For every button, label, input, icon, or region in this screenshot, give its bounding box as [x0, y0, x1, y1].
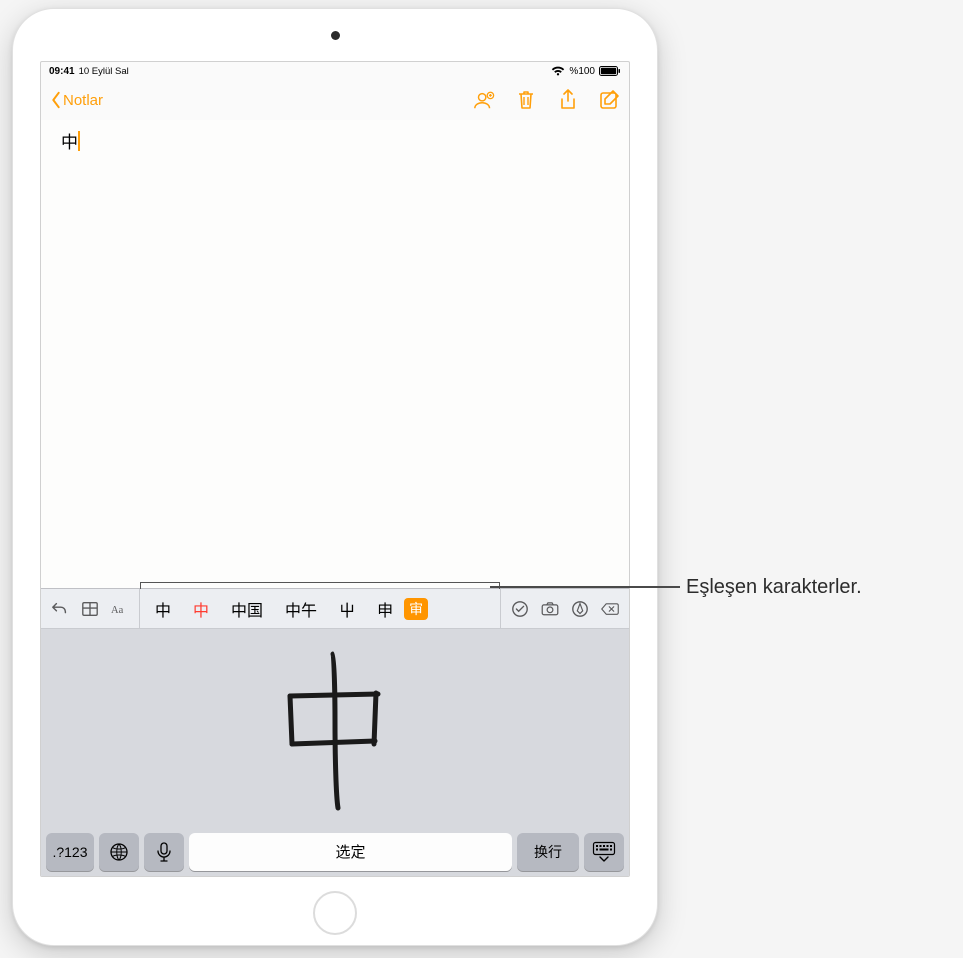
front-camera	[331, 31, 340, 40]
people-add-button[interactable]	[473, 89, 495, 111]
camera-button[interactable]	[535, 589, 565, 629]
checkmark-circle-icon	[511, 600, 529, 618]
candidate-item[interactable]: 申	[366, 589, 404, 628]
svg-text:Aa: Aa	[111, 604, 124, 615]
hide-keyboard-icon	[592, 841, 616, 863]
trash-icon	[516, 89, 536, 111]
note-editor[interactable]: 中	[41, 120, 629, 588]
delete-key[interactable]	[595, 589, 625, 629]
candidate-bracket	[140, 582, 500, 589]
ipad-device-frame: 09:41 10 Eylül Sal %100 Notlar	[12, 8, 658, 946]
candidate-list: 中 中 中国 中午 屮 申 审	[139, 589, 501, 628]
share-button[interactable]	[557, 89, 579, 111]
candidate-item[interactable]: 中	[182, 589, 220, 628]
undo-button[interactable]	[45, 589, 75, 629]
wifi-icon	[551, 66, 565, 76]
status-date: 10 Eylül Sal	[79, 66, 129, 77]
key-label: .?123	[52, 844, 87, 860]
key-label: 换行	[534, 842, 562, 862]
markup-button[interactable]	[565, 589, 595, 629]
back-button[interactable]: Notlar	[49, 91, 103, 109]
status-battery-text: %100	[569, 66, 595, 77]
handwriting-keyboard: Aa 中 中 中国 中午 屮 申 审	[41, 588, 629, 876]
table-button[interactable]	[75, 589, 105, 629]
space-select-key[interactable]: 选定	[189, 833, 512, 871]
device-screen: 09:41 10 Eylül Sal %100 Notlar	[40, 61, 630, 877]
battery-icon	[599, 66, 621, 76]
candidate-item[interactable]: 中国	[220, 589, 274, 628]
candidate-bar: Aa 中 中 中国 中午 屮 申 审	[41, 589, 629, 629]
handwriting-input-area[interactable]	[41, 629, 629, 832]
keyboard-bottom-row: .?123 选定 换行	[41, 832, 629, 876]
dictation-key[interactable]	[144, 833, 184, 871]
status-time: 09:41	[49, 66, 75, 77]
callout-leader-line	[490, 586, 680, 588]
home-button[interactable]	[313, 891, 357, 935]
compose-icon	[599, 89, 621, 111]
text-format-icon: Aa	[111, 600, 129, 618]
hide-keyboard-key[interactable]	[584, 833, 624, 871]
globe-key[interactable]	[99, 833, 139, 871]
candidate-item[interactable]: 中	[144, 589, 182, 628]
device-top-bezel	[13, 9, 657, 61]
status-bar: 09:41 10 Eylül Sal %100	[41, 62, 629, 80]
compose-button[interactable]	[599, 89, 621, 111]
pen-circle-icon	[571, 600, 589, 618]
key-label: 选定	[335, 841, 365, 862]
chevron-left-icon	[49, 91, 63, 109]
delete-button[interactable]	[515, 89, 537, 111]
camera-icon	[541, 600, 559, 618]
delete-left-icon	[601, 600, 619, 618]
navigation-bar: Notlar	[41, 80, 629, 120]
mic-icon	[157, 842, 171, 862]
note-text: 中	[61, 128, 78, 153]
share-icon	[559, 89, 577, 111]
people-icon	[473, 89, 495, 111]
format-button[interactable]: Aa	[105, 589, 135, 629]
candidate-item[interactable]: 中午	[274, 589, 328, 628]
undo-icon	[51, 600, 69, 618]
handwritten-stroke	[260, 646, 410, 816]
return-key[interactable]: 换行	[517, 833, 579, 871]
globe-icon	[109, 842, 129, 862]
back-button-label: Notlar	[63, 92, 103, 109]
text-cursor	[78, 131, 80, 151]
checklist-button[interactable]	[505, 589, 535, 629]
candidate-item[interactable]: 屮	[328, 589, 366, 628]
number-symbol-key[interactable]: .?123	[46, 833, 94, 871]
callout-label: Eşleşen karakterler.	[686, 576, 862, 599]
candidate-item-highlighted[interactable]: 审	[404, 598, 428, 620]
table-icon	[81, 600, 99, 618]
